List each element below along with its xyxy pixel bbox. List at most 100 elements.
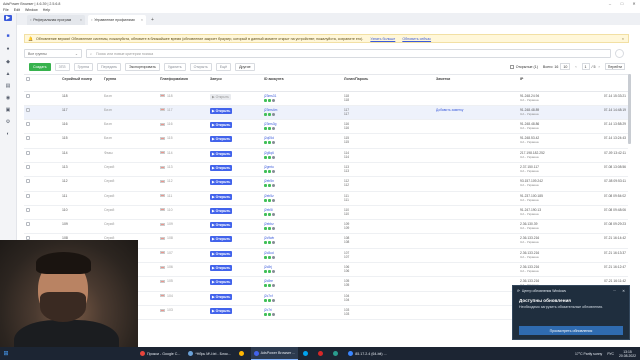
open-profile-button[interactable]: ▶ Открыть [210, 107, 233, 114]
taskbar-item[interactable]: Прокси - Google C... [137, 347, 183, 360]
open-profile-button[interactable]: ▶ Открыть [210, 279, 233, 286]
refresh-icon[interactable] [615, 49, 624, 58]
tab-profiles[interactable]: ▫ Управление профилями × [88, 15, 146, 25]
close-notice-icon[interactable]: × [622, 37, 624, 41]
other-button[interactable]: Другие [235, 62, 255, 71]
open-profile-button[interactable]: ▶ Открыть [210, 150, 233, 157]
notes-cell[interactable] [434, 262, 518, 278]
table-row[interactable]: 113 Серий 113 ▶ Открыть j2gmtu 113 113 2.37.150.… [24, 162, 628, 178]
notes-cell[interactable] [434, 91, 518, 106]
table-row[interactable]: 117 Бизн 117 ▶ Открыть j23ms4m 117 117 Добавить … [24, 105, 628, 121]
notes-cell[interactable] [434, 133, 518, 149]
profiles-icon[interactable]: ■ [4, 33, 12, 39]
notes-cell[interactable] [434, 219, 518, 235]
open-profile-button[interactable]: ▶ Открыть [210, 164, 233, 171]
open-profile-button[interactable]: ▶ Открыть [210, 93, 231, 100]
billing-icon[interactable]: ▣ [4, 107, 12, 113]
api-icon[interactable]: ◐ [4, 131, 12, 137]
more-button[interactable]: Ещё [215, 62, 232, 71]
row-checkbox[interactable] [26, 150, 30, 155]
row-checkbox[interactable] [26, 107, 30, 112]
row-checkbox[interactable] [26, 193, 30, 198]
col-id[interactable]: ID аккаунта [262, 75, 342, 92]
row-checkbox[interactable] [26, 207, 30, 212]
notes-cell[interactable] [434, 276, 518, 292]
table-scrollbar[interactable] [628, 74, 631, 144]
taskbar-item[interactable] [300, 347, 313, 360]
close-icon[interactable]: ✕ [628, 0, 640, 7]
more-options-icon[interactable]: ··· [613, 289, 616, 293]
tab-close-icon[interactable]: × [80, 18, 82, 22]
open-profile-button[interactable]: ▶ Открыть [210, 307, 233, 314]
taskbar-item[interactable] [330, 347, 343, 360]
notes-cell[interactable]: Добавить заметку [434, 105, 518, 121]
select-all-checkbox[interactable] [26, 77, 30, 81]
menu-window[interactable]: Window [25, 8, 38, 12]
start-icon[interactable]: ⊞ [0, 347, 12, 360]
col-login[interactable]: Логин/Пароль [342, 75, 434, 92]
create-button[interactable]: Создать [29, 62, 51, 71]
tab-close-icon[interactable]: × [141, 18, 143, 22]
row-checkbox[interactable] [26, 222, 30, 227]
open-profile-button[interactable]: ▶ Открыть [210, 122, 233, 129]
notes-cell[interactable] [434, 205, 518, 221]
table-row[interactable]: 111 Серий 111 ▶ Открыть j2eb5z 111 111 91.237.10… [24, 191, 628, 206]
table-row[interactable]: 114 Фазы 114 ▶ Открыть j2g5q6 114 114 217.198.18… [24, 148, 628, 163]
search-input[interactable]: ⌕ Поиск или новые критерии поиска [86, 49, 611, 58]
taskbar-item[interactable]: 85.17.2.4 (64-bit) ... [345, 347, 389, 360]
taskbar-item[interactable]: *Нбрь МЧ.txt - Блок... [185, 347, 233, 360]
open-profile-button[interactable]: ▶ Открыть [210, 222, 233, 229]
menu-edit[interactable]: Edit [14, 8, 20, 12]
notes-cell[interactable] [434, 148, 518, 163]
group-select[interactable]: Все группы ⌄ [24, 49, 82, 58]
close-toast-icon[interactable]: ✕ [622, 289, 625, 293]
col-start[interactable]: Запуск [208, 75, 262, 92]
go-button[interactable]: Перейти [604, 63, 625, 70]
view-updates-button[interactable]: Просмотреть обновления [519, 326, 623, 335]
row-checkbox[interactable] [26, 164, 30, 169]
col-notes[interactable]: Заметки [434, 75, 518, 92]
row-checkbox[interactable] [26, 122, 30, 127]
notes-cell[interactable] [434, 291, 518, 306]
group-icon[interactable]: ● [4, 46, 12, 52]
delete-button[interactable]: Удалить [163, 62, 186, 71]
col-platform[interactable]: Платформа/имя [158, 75, 208, 92]
transfer-button[interactable]: Передать [97, 62, 122, 71]
automation-icon[interactable]: ▤ [4, 83, 12, 89]
table-row[interactable]: 115 Бизн 115 ▶ Открыть j2q05d 115 115 91.248.53.… [24, 133, 628, 149]
notes-cell[interactable] [434, 305, 518, 321]
proxy-icon[interactable]: ◆ [4, 59, 12, 65]
maximize-icon[interactable]: □ [616, 0, 628, 7]
group-button[interactable]: Группа [73, 62, 93, 71]
open-profile-button[interactable]: ▶ Открыть [210, 179, 233, 186]
open-profile-button[interactable]: ▶ Открыть [210, 265, 233, 272]
table-row[interactable]: 116 Бизн 116 ▶ Открыть j23ms3g 116 116 91.248.48… [24, 119, 628, 135]
update-now-link[interactable]: Обновить сейчас [402, 37, 431, 41]
row-checkbox[interactable] [26, 179, 30, 184]
row-checkbox[interactable] [26, 93, 30, 98]
notes-cell[interactable] [434, 119, 518, 135]
zpz-button[interactable]: ЗПЗ [54, 62, 70, 71]
open-profile-button[interactable]: ▶ Открыть [210, 293, 233, 300]
table-row[interactable]: 110 Серий 110 ▶ Открыть j2eb5i 110 110 91.247.19… [24, 205, 628, 221]
notes-cell[interactable] [434, 176, 518, 192]
tab-referral[interactable]: ▫ Реферальная програм × [27, 15, 85, 25]
taskbar-item[interactable]: AdsPower Browser ... [250, 347, 299, 360]
table-row[interactable]: 112 Серий 112 ▶ Открыть j2eb5n 112 112 93.157.10… [24, 176, 628, 192]
minimize-icon[interactable]: – [604, 0, 616, 7]
notes-cell[interactable] [434, 248, 518, 264]
language-indicator[interactable]: РУС [607, 352, 614, 356]
notes-cell[interactable] [434, 233, 518, 249]
notes-cell[interactable] [434, 162, 518, 178]
taskbar-item[interactable] [236, 347, 249, 360]
open-profile-button[interactable]: ▶ Открыть [210, 236, 233, 243]
clock[interactable]: 13:15 20.08.2022 [619, 350, 636, 358]
learn-more-link[interactable]: Узнать больше [370, 37, 395, 41]
new-tab-icon[interactable]: + [151, 17, 154, 23]
open-profile-button[interactable]: ▶ Открыть [210, 250, 233, 257]
next-page-icon[interactable]: › [599, 65, 600, 69]
open-profile-button[interactable]: ▶ Открыть [210, 207, 233, 214]
row-checkbox[interactable] [26, 136, 30, 141]
opened-checkbox[interactable] [509, 64, 514, 69]
taskbar-item[interactable] [315, 347, 328, 360]
